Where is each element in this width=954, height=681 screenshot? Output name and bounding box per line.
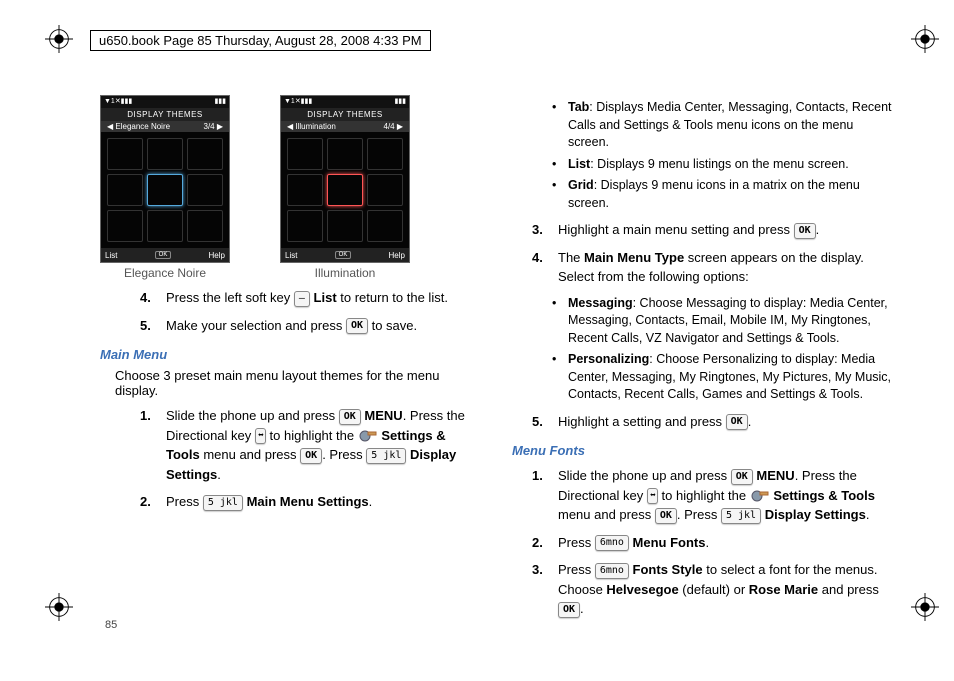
directional-key-icon: ⬌ <box>255 428 266 444</box>
step-number: 4. <box>532 248 558 287</box>
settings-tools-icon <box>358 428 378 444</box>
step-1: 1. Slide the phone up and press OK MENU.… <box>140 406 482 484</box>
phone-screenshot-left: ▼1✕▮▮▮ ▮▮▮ DISPLAY THEMES ◀ Elegance Noir… <box>100 95 230 280</box>
ok-key-icon: OK <box>655 508 677 524</box>
status-right: ▮▮▮ <box>394 97 406 107</box>
registration-mark-icon <box>911 25 939 53</box>
step-number: 3. <box>532 560 558 619</box>
step-number: 5. <box>140 316 166 336</box>
theme-grid <box>281 132 409 248</box>
phone-display: ▼1✕▮▮▮ ▮▮▮ DISPLAY THEMES ◀ Elegance Noir… <box>100 95 230 263</box>
screenshot-caption: Elegance Noire <box>124 266 206 280</box>
step-number: 2. <box>140 492 166 512</box>
theme-index: 4/4 ▶ <box>384 122 404 131</box>
softkey-icon: — <box>294 291 310 307</box>
phone-screenshot-right: ▼1✕▮▮▮ ▮▮▮ DISPLAY THEMES ◀ Illumination 4… <box>280 95 410 280</box>
key-5-icon: 5 jkl <box>366 448 406 464</box>
step-text: Press the left soft key — List to return… <box>166 288 482 308</box>
step-2: 2. Press 5 jkl Main Menu Settings. <box>140 492 482 512</box>
theme-grid <box>101 132 229 248</box>
screen-title: DISPLAY THEMES <box>101 108 229 121</box>
step-text: Make your selection and press OK to save… <box>166 316 482 336</box>
document-page: u650.book Page 85 Thursday, August 28, 2… <box>0 0 954 681</box>
step-5: 5. Highlight a setting and press OK. <box>532 412 894 432</box>
ok-key-icon: OK <box>339 409 361 425</box>
phone-display: ▼1✕▮▮▮ ▮▮▮ DISPLAY THEMES ◀ Illumination 4… <box>280 95 410 263</box>
softkey-ok: OK <box>155 251 172 259</box>
step-4: 4. The Main Menu Type screen appears on … <box>532 248 894 287</box>
ok-key-icon: OK <box>794 223 816 239</box>
bullet-personalizing: •Personalizing: Choose Personalizing to … <box>552 351 894 404</box>
screen-title: DISPLAY THEMES <box>281 108 409 121</box>
step-text: The Main Menu Type screen appears on the… <box>558 248 894 287</box>
key-5-icon: 5 jkl <box>721 508 761 524</box>
theme-index: 3/4 ▶ <box>204 122 224 131</box>
key-5-icon: 5 jkl <box>203 495 243 511</box>
directional-key-icon: ⬌ <box>647 488 658 504</box>
softkey-left: List <box>105 251 117 260</box>
page-number: 85 <box>105 619 117 631</box>
softkey-left: List <box>285 251 297 260</box>
settings-tools-icon <box>750 488 770 504</box>
step-text: Press 6mno Fonts Style to select a font … <box>558 560 894 619</box>
bullet-messaging: •Messaging: Choose Messaging to display:… <box>552 295 894 348</box>
ok-key-icon: OK <box>558 602 580 618</box>
section-heading-menu-fonts: Menu Fonts <box>512 443 894 458</box>
status-left: ▼1✕▮▮▮ <box>284 97 312 107</box>
status-left: ▼1✕▮▮▮ <box>104 97 132 107</box>
theme-name: ◀ Elegance Noire <box>107 122 170 131</box>
step-text: Press 5 jkl Main Menu Settings. <box>166 492 482 512</box>
intro-text: Choose 3 preset main menu layout themes … <box>115 368 482 398</box>
ok-key-icon: OK <box>731 469 753 485</box>
step-text: Slide the phone up and press OK MENU. Pr… <box>166 406 482 484</box>
bullet-tab: •Tab: Displays Media Center, Messaging, … <box>552 99 894 152</box>
step-number: 3. <box>532 220 558 240</box>
ok-key-icon: OK <box>726 414 748 430</box>
step-1: 1. Slide the phone up and press OK MENU.… <box>532 466 894 525</box>
key-6-icon: 6mno <box>595 535 629 551</box>
step-4: 4. Press the left soft key — List to ret… <box>140 288 482 308</box>
step-2: 2. Press 6mno Menu Fonts. <box>532 533 894 553</box>
step-text: Highlight a main menu setting and press … <box>558 220 894 240</box>
step-3: 3. Press 6mno Fonts Style to select a fo… <box>532 560 894 619</box>
registration-mark-icon <box>45 593 73 621</box>
step-number: 5. <box>532 412 558 432</box>
status-right: ▮▮▮ <box>214 97 226 107</box>
bullet-grid: •Grid: Displays 9 menu icons in a matrix… <box>552 177 894 212</box>
step-text: Slide the phone up and press OK MENU. Pr… <box>558 466 894 525</box>
step-3: 3. Highlight a main menu setting and pre… <box>532 220 894 240</box>
screenshot-row: ▼1✕▮▮▮ ▮▮▮ DISPLAY THEMES ◀ Elegance Noir… <box>100 95 482 280</box>
softkey-right: Help <box>209 251 225 260</box>
softkey-ok: OK <box>335 251 352 259</box>
step-number: 1. <box>532 466 558 525</box>
bullet-list: •List: Displays 9 menu listings on the m… <box>552 156 894 174</box>
right-column: •Tab: Displays Media Center, Messaging, … <box>512 95 894 627</box>
step-text: Highlight a setting and press OK. <box>558 412 894 432</box>
softkey-right: Help <box>389 251 405 260</box>
key-6-icon: 6mno <box>595 563 629 579</box>
content-area: ▼1✕▮▮▮ ▮▮▮ DISPLAY THEMES ◀ Elegance Noir… <box>100 95 894 627</box>
left-column: ▼1✕▮▮▮ ▮▮▮ DISPLAY THEMES ◀ Elegance Noir… <box>100 95 482 627</box>
ok-key-icon: OK <box>346 318 368 334</box>
step-number: 2. <box>532 533 558 553</box>
registration-mark-icon <box>45 25 73 53</box>
theme-name: ◀ Illumination <box>287 122 336 131</box>
step-5: 5. Make your selection and press OK to s… <box>140 316 482 336</box>
section-heading-main-menu: Main Menu <box>100 347 482 362</box>
step-number: 4. <box>140 288 166 308</box>
ok-key-icon: OK <box>300 448 322 464</box>
screenshot-caption: Illumination <box>315 266 376 280</box>
step-text: Press 6mno Menu Fonts. <box>558 533 894 553</box>
step-number: 1. <box>140 406 166 484</box>
document-header: u650.book Page 85 Thursday, August 28, 2… <box>90 30 431 51</box>
registration-mark-icon <box>911 593 939 621</box>
